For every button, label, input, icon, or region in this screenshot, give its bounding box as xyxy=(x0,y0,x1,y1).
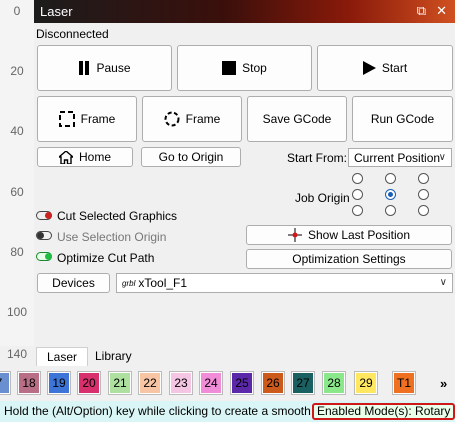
job-origin-radio[interactable] xyxy=(418,205,429,216)
color-swatch[interactable]: T1 xyxy=(392,371,416,395)
device-select[interactable]: grbl xTool_F1 ∨ xyxy=(116,273,453,293)
pause-button[interactable]: Pause xyxy=(37,45,172,91)
color-swatch-label: 27 xyxy=(296,376,310,390)
color-swatch[interactable]: 26 xyxy=(261,371,285,395)
home-icon xyxy=(58,150,73,164)
home-label: Home xyxy=(78,150,111,164)
frame-rect-label: Frame xyxy=(80,112,116,126)
start-from-label: Start From: xyxy=(287,151,348,165)
use-selection-origin-label: Use Selection Origin xyxy=(57,230,167,244)
optimize-cut-path-toggle[interactable] xyxy=(36,252,52,261)
job-origin-radio[interactable] xyxy=(385,189,396,200)
chevron-down-icon: ∨ xyxy=(438,152,446,163)
home-button[interactable]: Home xyxy=(37,147,133,167)
color-swatch[interactable]: 25 xyxy=(230,371,254,395)
optimization-settings-button[interactable]: Optimization Settings xyxy=(246,249,452,269)
color-swatch[interactable]: 22 xyxy=(138,371,162,395)
ruler-tick: 40 xyxy=(10,124,24,138)
color-swatch[interactable]: 18 xyxy=(17,371,41,395)
job-origin-radio[interactable] xyxy=(352,173,363,184)
show-last-position-button[interactable]: Show Last Position xyxy=(246,225,452,245)
grbl-icon: grbl xyxy=(122,278,136,288)
color-swatch[interactable]: 20 xyxy=(77,371,101,395)
more-colors-icon[interactable]: » xyxy=(440,376,447,391)
color-swatch[interactable]: 28 xyxy=(322,371,346,395)
job-origin-radio[interactable] xyxy=(385,205,396,216)
start-button[interactable]: Start xyxy=(317,45,453,91)
frame-circle-label: Frame xyxy=(185,112,221,126)
ruler-tick: 60 xyxy=(10,185,24,199)
frame-rectangle-icon xyxy=(58,111,75,127)
device-select-value: xTool_F1 xyxy=(138,276,188,290)
devices-button[interactable]: Devices xyxy=(37,273,110,293)
ruler-tick: 100 xyxy=(6,305,28,319)
ruler-tick: 0 xyxy=(13,4,21,18)
save-gcode-button[interactable]: Save GCode xyxy=(247,96,347,142)
color-swatch-label: 18 xyxy=(22,376,36,390)
cut-selected-label: Cut Selected Graphics xyxy=(57,209,178,223)
job-origin-label: Job Origin xyxy=(295,191,350,205)
color-swatch[interactable]: 27 xyxy=(291,371,315,395)
use-selection-origin-toggle[interactable] xyxy=(36,231,52,240)
color-swatch-label: 26 xyxy=(266,376,280,390)
color-swatch-label: 7 xyxy=(0,376,2,390)
status-hint: Hold the (Alt/Option) key while clicking… xyxy=(4,404,341,418)
start-from-select[interactable]: Current Position ∨ xyxy=(348,148,452,167)
color-swatch-label: T1 xyxy=(396,376,411,390)
stop-button[interactable]: Stop xyxy=(177,45,312,91)
frame-circle-button[interactable]: Frame xyxy=(142,96,242,142)
window-title: Laser xyxy=(40,4,73,19)
run-gcode-button[interactable]: Run GCode xyxy=(352,96,453,142)
color-swatch[interactable]: 7 xyxy=(0,371,11,395)
ruler-tick: 80 xyxy=(10,245,24,259)
vertical-ruler: 0 20 40 60 80 100 xyxy=(0,0,34,346)
tab-library[interactable]: Library xyxy=(85,347,142,366)
job-origin-radio[interactable] xyxy=(418,173,429,184)
color-swatch-label: 21 xyxy=(113,376,127,390)
optimize-cut-path-label: Optimize Cut Path xyxy=(57,251,155,265)
start-label: Start xyxy=(381,61,408,75)
color-swatch-label: 24 xyxy=(204,376,218,390)
color-swatch-label: 29 xyxy=(359,376,373,390)
chevron-down-icon: ∨ xyxy=(439,277,447,288)
show-last-position-label: Show Last Position xyxy=(307,228,411,242)
stop-icon xyxy=(222,61,237,75)
stop-label: Stop xyxy=(242,61,267,75)
cut-selected-toggle[interactable] xyxy=(36,211,52,220)
start-from-value: Current Position xyxy=(354,150,441,165)
color-swatch-label: 20 xyxy=(82,376,96,390)
frame-circle-icon xyxy=(164,111,180,127)
go-to-origin-button[interactable]: Go to Origin xyxy=(141,147,241,167)
frame-rect-button[interactable]: Frame xyxy=(37,96,137,142)
job-origin-radio[interactable] xyxy=(352,189,363,200)
connection-status: Disconnected xyxy=(36,27,109,41)
laser-window-titlebar[interactable]: Laser ⧉ ✕ xyxy=(34,0,455,23)
color-swatch[interactable]: 29 xyxy=(354,371,378,395)
ruler-tick: 20 xyxy=(10,64,24,78)
tab-laser[interactable]: Laser xyxy=(36,347,89,366)
color-swatch-label: 25 xyxy=(235,376,249,390)
pause-label: Pause xyxy=(96,61,131,75)
job-origin-radio[interactable] xyxy=(385,173,396,184)
color-swatch[interactable]: 21 xyxy=(108,371,132,395)
pause-icon xyxy=(78,61,90,75)
color-swatch[interactable]: 19 xyxy=(47,371,71,395)
color-swatch-label: 23 xyxy=(174,376,188,390)
color-swatch-label: 22 xyxy=(143,376,157,390)
job-origin-radio[interactable] xyxy=(418,189,429,200)
close-icon[interactable]: ✕ xyxy=(436,3,447,19)
job-origin-radio[interactable] xyxy=(352,205,363,216)
float-window-icon[interactable]: ⧉ xyxy=(417,3,426,19)
ruler-tick: 140 xyxy=(6,347,28,361)
play-icon xyxy=(362,61,376,75)
color-swatch-label: 28 xyxy=(327,376,341,390)
color-swatch[interactable]: 23 xyxy=(169,371,193,395)
enabled-modes-badge: Enabled Mode(s): Rotary xyxy=(312,403,455,420)
crosshair-icon xyxy=(287,228,302,242)
color-swatch[interactable]: 24 xyxy=(199,371,223,395)
color-swatch-label: 19 xyxy=(52,376,66,390)
